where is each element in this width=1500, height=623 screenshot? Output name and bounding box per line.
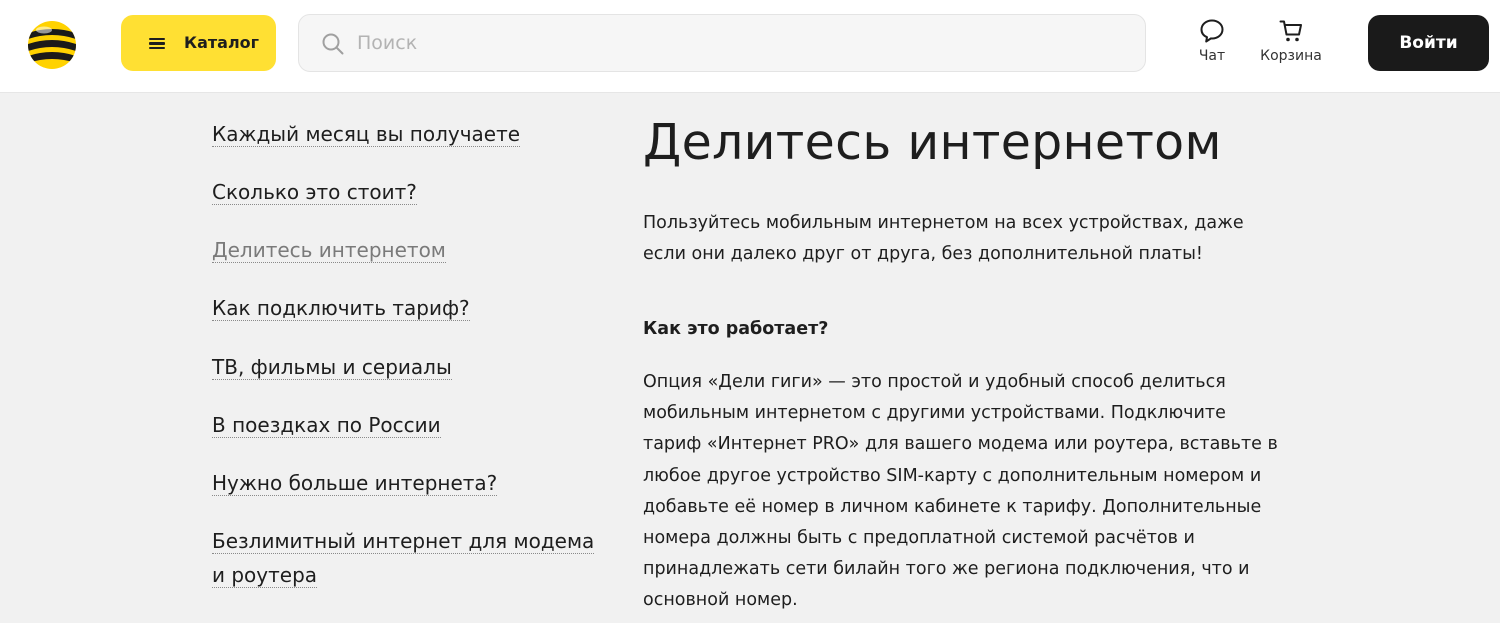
catalog-button[interactable]: Каталог (121, 15, 276, 71)
nav-item-unlimited-modem[interactable]: Безлимитный интернет для модема и роутер… (212, 524, 602, 592)
nav-item-price[interactable]: Сколько это стоит? (212, 175, 417, 209)
chat-label: Чат (1198, 48, 1226, 64)
nav-item-tv[interactable]: ТВ, фильмы и сериалы (212, 350, 452, 384)
search-icon (322, 33, 344, 55)
chat-icon (1200, 19, 1224, 43)
cart-label: Корзина (1260, 48, 1322, 64)
nav-item-monthly[interactable]: Каждый месяц вы получаете (212, 117, 521, 151)
lead-paragraph: Пользуйтесь мобильным интернетом на всех… (643, 213, 1244, 264)
menu-icon (149, 38, 165, 49)
chat-button[interactable]: Чат (1193, 18, 1231, 64)
nav-item-more-internet[interactable]: Нужно больше интернета? (212, 466, 498, 500)
main-content: Делитесь интернетом Пользуйтесь мобильны… (643, 110, 1283, 610)
search-bar[interactable] (298, 14, 1146, 72)
login-button[interactable]: Войти (1368, 15, 1489, 71)
page-title: Делитесь интернетом (643, 114, 1222, 171)
catalog-label: Каталог (184, 33, 260, 52)
site-header: Каталог Чат Корзина Войти (0, 0, 1500, 93)
section-subheading: Как это работает? (643, 319, 829, 339)
search-input[interactable] (357, 15, 1117, 71)
body-paragraph: Опция «Дели гиги» — это простой и удобны… (643, 372, 1278, 611)
nav-item-share-internet[interactable]: Делитесь интернетом (212, 233, 446, 267)
cart-button[interactable]: Корзина (1257, 18, 1325, 64)
beeline-logo[interactable] (27, 20, 77, 70)
nav-item-how-to-connect[interactable]: Как подключить тариф? (212, 291, 470, 325)
cart-icon (1279, 20, 1302, 42)
nav-item-travel[interactable]: В поездках по России (212, 408, 441, 442)
